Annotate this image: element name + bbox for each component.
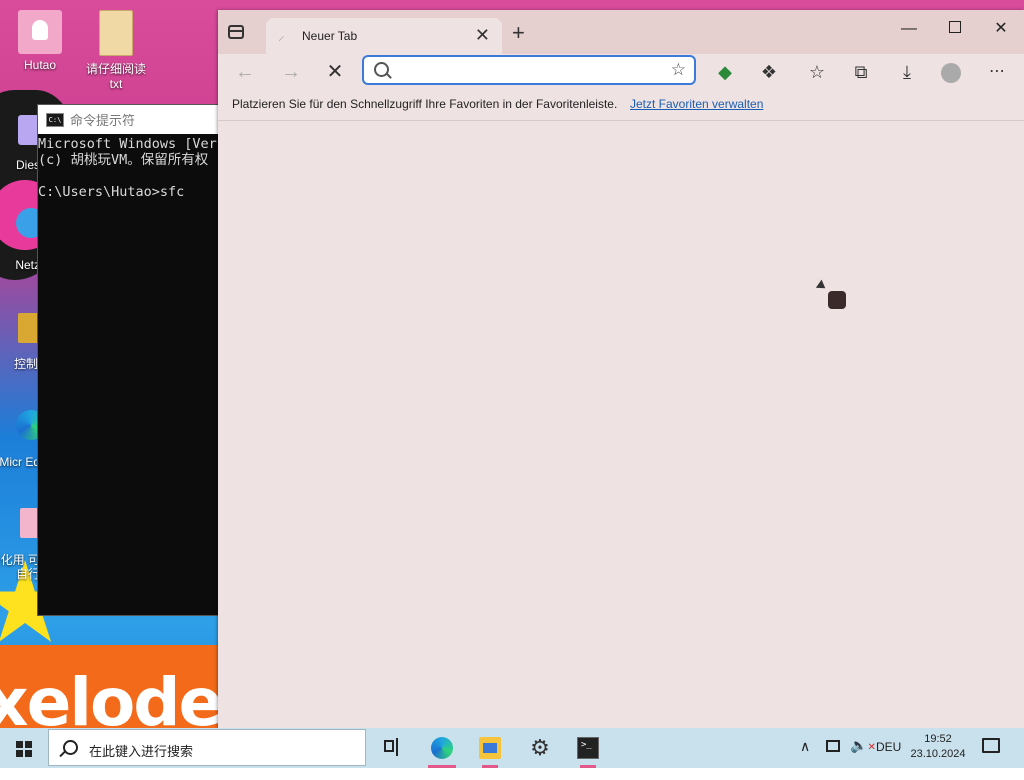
manage-favorites-link[interactable]: Jetzt Favoriten verwalten: [630, 97, 763, 111]
maximize-button[interactable]: [932, 14, 978, 44]
desktop-icon-hutao[interactable]: Hutao: [2, 10, 78, 72]
windows-logo-icon: [16, 741, 32, 757]
search-icon: [374, 62, 389, 77]
cmd-title: 命令提示符: [70, 113, 136, 128]
edge-icon: [431, 737, 453, 759]
input-language[interactable]: DEU: [876, 740, 901, 780]
downloads-icon[interactable]: ⤓: [892, 57, 922, 87]
taskbar-settings[interactable]: ⚙: [518, 728, 562, 768]
cmd-line: (c) 胡桃玩VM。保留所有权: [38, 152, 209, 168]
desktop-icon-label-partial: Dies: [15, 158, 40, 172]
add-favorite-icon[interactable]: ☆: [671, 60, 686, 80]
volume-muted-icon[interactable]: 🔈✕: [850, 737, 876, 777]
tab-actions-icon[interactable]: [228, 25, 244, 39]
maximize-icon: [949, 21, 961, 33]
close-window-button[interactable]: ✕: [978, 14, 1024, 44]
search-placeholder: 在此键入进行搜索: [89, 744, 194, 759]
tab-strip: ⸝ Neuer Tab ✕ + — ✕: [218, 10, 1024, 54]
favorites-bar-message: Platzieren Sie für den Schnellzugriff Ih…: [232, 97, 618, 111]
clock-date: 23.10.2024: [910, 748, 966, 760]
avatar: [941, 62, 961, 83]
terminal-icon: >_: [577, 737, 599, 759]
cmd-output[interactable]: Microsoft Windows [Vers (c) 胡桃玩VM。保留所有权 C:…: [38, 134, 220, 200]
profile-button[interactable]: [936, 57, 966, 87]
busy-cursor-icon: [828, 291, 846, 309]
notifications-icon[interactable]: [982, 738, 1000, 753]
desktop-icon-label-partial: 美化用 可自行: [0, 553, 40, 581]
desktop-icon-label: 请仔细阅读txt: [85, 62, 146, 91]
favorites-bar: Platzieren Sie für den Schnellzugriff Ih…: [218, 90, 1024, 121]
tab-new-tab[interactable]: ⸝ Neuer Tab ✕: [266, 18, 502, 54]
wallpaper-logo-text: xelode: [0, 664, 223, 728]
extensions-puzzle-icon[interactable]: ❖: [754, 57, 784, 87]
clock-time: 19:52: [924, 733, 952, 745]
more-menu-icon[interactable]: ⋯: [982, 57, 1012, 87]
extension-icon[interactable]: ◆: [710, 57, 740, 87]
taskbar-search-box[interactable]: 在此键入进行搜索: [48, 729, 366, 766]
back-button[interactable]: ←: [230, 57, 260, 87]
taskbar-terminal[interactable]: >_: [566, 728, 610, 768]
stop-loading-button[interactable]: ✕: [320, 57, 350, 87]
collections-icon[interactable]: ⧉: [846, 57, 876, 87]
network-icon[interactable]: [826, 740, 840, 752]
desktop-icon-label-partial: Micr Ed: [0, 455, 40, 469]
address-input[interactable]: [398, 61, 662, 81]
address-bar[interactable]: ☆: [362, 55, 696, 85]
new-tab-button[interactable]: +: [512, 22, 525, 44]
taskbar: 在此键入进行搜索 ⚙ >_ ∧ 🔈✕ DEU 19:52 23.10.2024: [0, 728, 1024, 768]
cmd-line: Microsoft Windows [Vers: [38, 136, 220, 152]
command-prompt-window[interactable]: C:\ 命令提示符 Microsoft Windows [Vers (c) 胡桃玩…: [38, 105, 220, 615]
cmd-icon: C:\: [46, 112, 64, 127]
browser-window[interactable]: ⸝ Neuer Tab ✕ + — ✕ ← → ✕ ☆ ◆ ❖ ☆ ⧉ ⤓ ⋯ …: [218, 10, 1024, 728]
taskbar-edge[interactable]: [420, 728, 464, 768]
browser-toolbar: ← → ✕ ☆ ◆ ❖ ☆ ⧉ ⤓ ⋯: [218, 54, 1024, 90]
show-hidden-icons-icon[interactable]: ∧: [800, 738, 810, 778]
loading-icon: ⸝: [278, 28, 285, 43]
cmd-prompt-line: C:\Users\Hutao>sfc: [38, 184, 185, 200]
cmd-line: [38, 168, 220, 184]
tab-title: Neuer Tab: [302, 29, 358, 43]
favorites-icon[interactable]: ☆: [802, 57, 832, 87]
minimize-button[interactable]: —: [886, 14, 932, 44]
page-content[interactable]: [218, 121, 1024, 728]
desktop-icon-label-partial: 控制: [13, 357, 38, 371]
forward-button[interactable]: →: [276, 57, 306, 87]
taskbar-file-explorer[interactable]: [468, 728, 512, 768]
user-folder-icon: [18, 10, 62, 54]
tab-close-icon[interactable]: ✕: [475, 26, 490, 44]
mouse-pointer-icon: [815, 279, 829, 293]
settings-icon: ⚙: [530, 735, 550, 760]
file-explorer-icon: [479, 737, 501, 759]
desktop-icon-label-partial: Netz: [15, 258, 40, 272]
cmd-titlebar[interactable]: C:\ 命令提示符: [38, 105, 220, 134]
desktop-icon-readme[interactable]: 请仔细阅读txt: [78, 10, 154, 91]
task-view-icon[interactable]: [382, 738, 400, 756]
desktop-icon-label: Hutao: [23, 58, 57, 72]
search-icon: [63, 740, 78, 755]
start-button[interactable]: [0, 728, 48, 768]
text-file-icon: [99, 10, 133, 56]
system-clock[interactable]: 19:52 23.10.2024: [906, 732, 970, 762]
